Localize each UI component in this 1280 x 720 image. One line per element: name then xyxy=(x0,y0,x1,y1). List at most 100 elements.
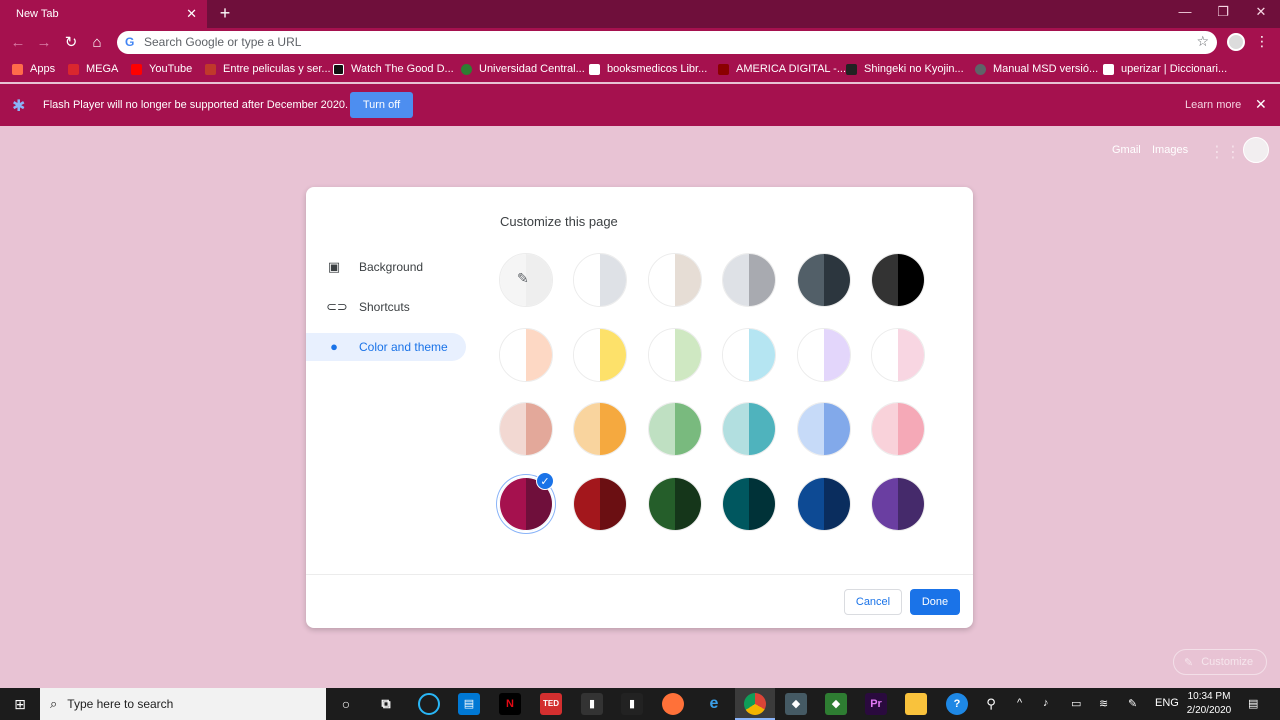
msd-icon xyxy=(975,63,986,75)
color-swatch[interactable] xyxy=(796,476,851,531)
ted-icon[interactable]: TED xyxy=(540,693,562,715)
bookmark-shingeki[interactable]: Shingeki no Kyojin... xyxy=(846,63,964,75)
pen-icon[interactable]: ✎ xyxy=(1128,697,1137,710)
close-window-icon[interactable]: ✕ xyxy=(1251,4,1271,20)
swatch-right xyxy=(898,477,924,530)
color-picker-swatch[interactable]: ✎ xyxy=(499,253,553,307)
sidebar-item-background[interactable]: ▣ Background xyxy=(306,253,466,281)
filmora-icon[interactable]: ◆ xyxy=(785,693,807,715)
bookmark-uperizar[interactable]: uperizar | Diccionari... xyxy=(1103,63,1227,75)
color-swatch[interactable] xyxy=(647,402,702,456)
swatch-left xyxy=(872,254,898,306)
color-swatch[interactable] xyxy=(499,327,553,382)
cancel-button[interactable]: Cancel xyxy=(844,589,902,615)
link-icon: ⊂⊃ xyxy=(326,299,348,314)
color-swatch[interactable] xyxy=(871,476,925,531)
restore-icon[interactable]: ❐ xyxy=(1213,4,1233,20)
gmail-link[interactable]: Gmail xyxy=(1112,144,1141,156)
help-icon[interactable]: ? xyxy=(946,693,968,715)
back-icon[interactable]: ← xyxy=(8,33,28,53)
bookmark-entre-peliculas[interactable]: Entre peliculas y ser... xyxy=(205,63,331,75)
chrome-icon[interactable] xyxy=(744,693,766,715)
customize-button[interactable]: ✎ Customize xyxy=(1173,649,1267,675)
color-swatch[interactable] xyxy=(796,253,851,307)
bookmark-mega[interactable]: MEGA xyxy=(68,63,118,75)
app-icon-2[interactable]: ▮ xyxy=(621,693,643,715)
chevron-up-icon[interactable]: ^ xyxy=(1017,697,1022,709)
app-icon-3[interactable]: ◆ xyxy=(825,693,847,715)
close-icon[interactable]: ✕ xyxy=(1255,96,1267,113)
bookmark-america-digital[interactable]: AMERICA DIGITAL -... xyxy=(718,63,846,75)
color-swatch[interactable] xyxy=(796,402,851,456)
cortana-icon[interactable]: ○ xyxy=(335,693,357,715)
task-view-icon[interactable]: ⧉ xyxy=(375,693,397,715)
color-swatch[interactable] xyxy=(722,253,777,307)
wifi-icon[interactable]: ≋ xyxy=(1099,697,1108,710)
bookmark-youtube[interactable]: YouTube xyxy=(131,63,192,75)
color-swatch[interactable] xyxy=(871,327,925,382)
minimize-icon[interactable]: — xyxy=(1175,4,1195,19)
bookmarks-bar: Apps MEGA YouTube Entre peliculas y ser.… xyxy=(0,58,1280,82)
palette-icon: ● xyxy=(330,339,338,354)
edge-icon[interactable]: e xyxy=(703,693,725,715)
color-swatch[interactable] xyxy=(499,402,553,456)
color-swatch[interactable] xyxy=(871,402,925,456)
people-icon[interactable]: ⚲ xyxy=(980,693,1002,715)
bookmark-star-icon[interactable]: ☆ xyxy=(1196,33,1209,50)
bookmark-label: MEGA xyxy=(86,63,119,75)
firefox-icon[interactable] xyxy=(662,693,684,715)
taskbar-search[interactable]: ⌕ Type here to search xyxy=(40,688,326,720)
clock[interactable]: 10:34 PM 2/20/2020 xyxy=(1178,690,1240,718)
bookmark-apps[interactable]: Apps xyxy=(12,63,55,75)
search-icon: ⌕ xyxy=(50,696,58,711)
color-swatch[interactable] xyxy=(573,402,628,456)
swatch-right xyxy=(823,328,850,381)
tab-new-tab[interactable]: New Tab ✕ xyxy=(0,0,207,28)
bookmark-manual-msd[interactable]: Manual MSD versió... xyxy=(975,63,1098,75)
bookmark-good-doctor[interactable]: Watch The Good D... xyxy=(333,63,454,75)
address-bar[interactable]: G Search Google or type a URL ☆ xyxy=(117,31,1217,54)
store-icon[interactable]: ▤ xyxy=(458,693,480,715)
premiere-icon[interactable]: Pr xyxy=(865,693,887,715)
color-swatch[interactable] xyxy=(647,253,702,307)
color-swatch[interactable] xyxy=(722,476,777,531)
color-swatch[interactable] xyxy=(647,476,702,531)
profile-avatar[interactable] xyxy=(1227,33,1245,51)
account-avatar[interactable] xyxy=(1243,137,1269,163)
sidebar-item-shortcuts[interactable]: ⊂⊃ Shortcuts xyxy=(306,293,466,321)
menu-icon[interactable]: ⋮ xyxy=(1255,33,1269,50)
color-swatch[interactable] xyxy=(647,327,702,382)
color-swatch[interactable] xyxy=(573,476,628,531)
netflix-icon[interactable]: N xyxy=(499,693,521,715)
turn-off-button[interactable]: Turn off xyxy=(350,92,413,118)
notifications-icon[interactable]: ▤ xyxy=(1248,697,1258,710)
color-swatch[interactable] xyxy=(722,402,777,456)
home-icon[interactable]: ⌂ xyxy=(87,33,107,53)
color-swatch[interactable] xyxy=(573,253,628,307)
new-tab-button[interactable]: + xyxy=(216,3,234,23)
swatch-left xyxy=(500,403,526,455)
volume-icon[interactable]: ♪ xyxy=(1043,697,1049,709)
color-swatch[interactable] xyxy=(722,327,777,382)
swatch-right xyxy=(674,328,701,381)
color-swatch[interactable] xyxy=(871,253,925,307)
tab-close-icon[interactable]: ✕ xyxy=(186,6,197,22)
sidebar-item-color-and-theme[interactable]: ● Color and theme xyxy=(306,333,466,361)
images-link[interactable]: Images xyxy=(1152,144,1188,156)
reload-icon[interactable]: ↻ xyxy=(61,33,81,53)
swatch-right xyxy=(526,254,552,306)
bookmark-booksmedicos[interactable]: booksmedicos Libr... xyxy=(589,63,707,75)
battery-icon[interactable]: ▭ xyxy=(1071,697,1081,710)
bookmark-universidad[interactable]: Universidad Central... xyxy=(461,63,585,75)
color-swatch[interactable] xyxy=(796,327,851,382)
windows-start-icon[interactable]: ⊞ xyxy=(0,688,40,720)
swatch-left xyxy=(574,328,601,381)
learn-more-link[interactable]: Learn more xyxy=(1185,99,1241,111)
done-button[interactable]: Done xyxy=(910,589,960,615)
alexa-icon[interactable] xyxy=(418,693,440,715)
forward-icon[interactable]: → xyxy=(34,33,54,53)
color-swatch[interactable] xyxy=(573,327,628,382)
file-explorer-icon[interactable] xyxy=(905,693,927,715)
app-icon[interactable]: ▮ xyxy=(581,693,603,715)
language-indicator[interactable]: ENG xyxy=(1155,697,1179,709)
